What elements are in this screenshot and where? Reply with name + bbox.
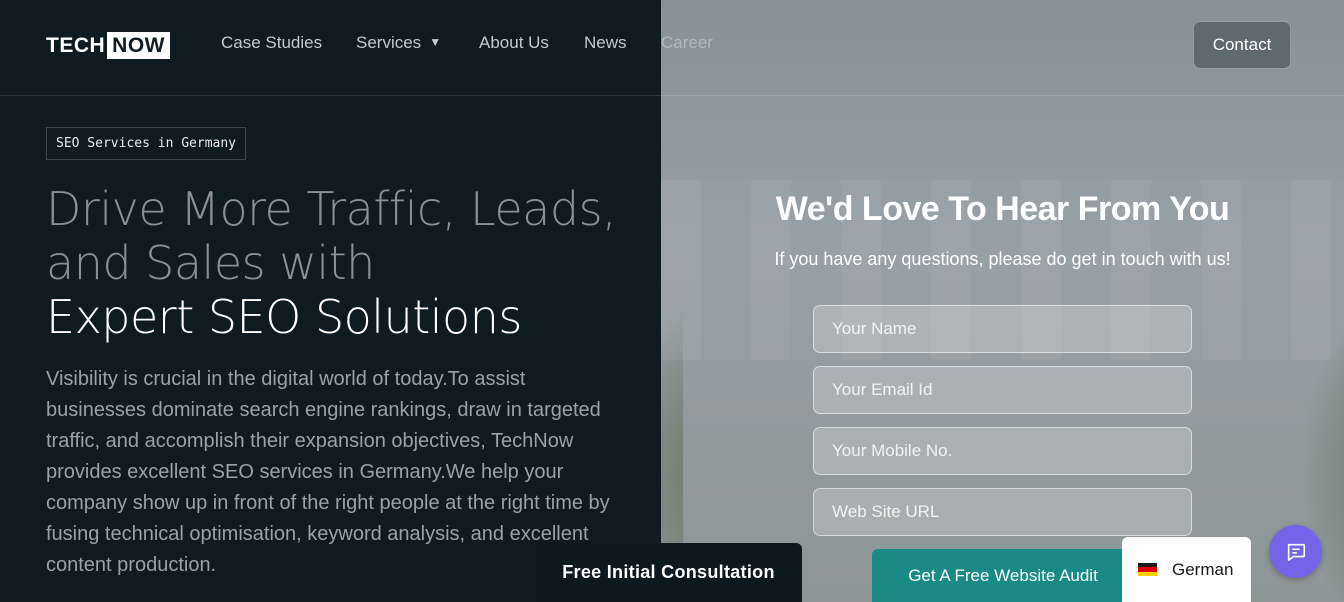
logo-text-now: NOW [107, 32, 170, 59]
nav-career[interactable]: Career [661, 33, 713, 53]
language-selector[interactable]: German [1122, 537, 1251, 602]
hero-description: Visibility is crucial in the digital wor… [46, 368, 610, 576]
language-label: German [1172, 559, 1234, 579]
headline-line-2: and Sales with [46, 236, 375, 290]
nav-about-us[interactable]: About Us [479, 33, 549, 53]
nav-case-studies[interactable]: Case Studies [221, 33, 322, 53]
site-header: TECH NOW Case Studies Services ▼ About Us… [0, 0, 1344, 96]
nav-services-label: Services [356, 33, 422, 52]
headline-line-3: Expert SEO Solutions [46, 290, 522, 344]
mobile-input[interactable] [813, 427, 1192, 475]
headline-line-1: Drive More Traffic, Leads, [46, 182, 617, 236]
nav-news[interactable]: News [584, 33, 627, 53]
hero-tag: SEO Services in Germany [46, 127, 247, 160]
free-website-audit-button[interactable]: Get A Free Website Audit [872, 549, 1134, 602]
chat-button[interactable] [1269, 525, 1322, 578]
website-url-input[interactable] [813, 488, 1192, 536]
chevron-down-icon: ▼ [429, 35, 442, 49]
chat-bubble-icon [1287, 543, 1305, 561]
contact-button[interactable]: Contact [1193, 21, 1291, 69]
nav-services[interactable]: Services ▼ [356, 33, 441, 53]
technow-logo[interactable]: TECH NOW [46, 32, 170, 59]
name-input[interactable] [813, 305, 1192, 353]
germany-flag-icon [1138, 563, 1157, 576]
logo-text-tech: TECH [46, 33, 106, 57]
form-subtitle: If you have any questions, please do get… [774, 249, 1231, 269]
email-input[interactable] [813, 366, 1192, 414]
hero-headline: Drive More Traffic, Leads, and Sales wit… [46, 182, 646, 344]
free-consultation-button[interactable]: Free Initial Consultation [535, 543, 802, 602]
form-title: We'd Love To Hear From You [775, 190, 1230, 228]
